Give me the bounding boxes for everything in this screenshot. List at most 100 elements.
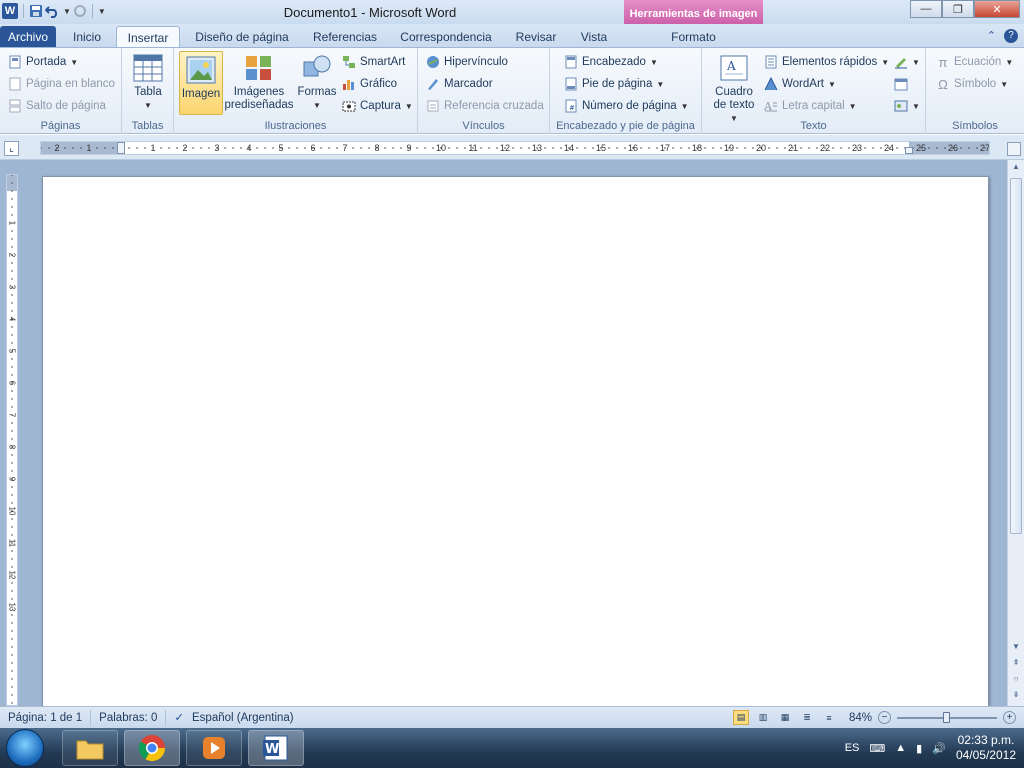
page-count[interactable]: Página: 1 de 1 [0,709,92,726]
taskbar-explorer[interactable] [62,730,118,766]
next-page-button[interactable]: ⇟ [1010,690,1022,702]
previous-page-button[interactable]: ⇞ [1010,658,1022,670]
encabezado-button[interactable]: Encabezado ▼ [564,52,658,72]
help-icon[interactable]: ? [1004,29,1018,43]
imagen-button[interactable]: Imagen [179,51,223,115]
scroll-thumb[interactable] [1010,178,1022,534]
ruler-label: 1 [150,143,156,153]
pagina-blanco-button[interactable]: Página en blanco [8,74,115,94]
numero-pagina-button[interactable]: # Número de página ▼ [564,96,689,116]
clock[interactable]: 02:33 p.m. 04/05/2012 [956,733,1016,763]
proofing-icon[interactable]: ✓ [174,710,184,726]
shapes-icon [301,52,333,84]
tab-diseno-pagina[interactable]: Diseño de página [190,26,294,48]
word-count[interactable]: Palabras: 0 [91,709,167,726]
maximize-button[interactable]: ❐ [942,0,974,18]
minimize-ribbon-icon[interactable]: ⌃ [987,29,996,43]
close-button[interactable]: ✕ [974,0,1020,18]
scroll-down-button[interactable]: ▼ [1010,642,1022,654]
ruler-label: 11 [468,143,478,153]
minimize-button[interactable]: — [910,0,942,18]
ruler-label: 23 [851,143,863,153]
zoom-slider[interactable] [897,711,997,723]
ruler-label: 25 [915,143,927,153]
web-layout-view-icon[interactable]: ▦ [777,710,793,725]
taskbar-word[interactable]: W [248,730,304,766]
tab-inicio[interactable]: Inicio [62,26,112,48]
pagina-blanco-label: Página en blanco [26,78,115,90]
formas-button[interactable]: Formas ▼ [294,52,340,112]
portada-button[interactable]: Portada ▼ [8,52,78,72]
vertical-scrollbar[interactable]: ▲ ▼ ⇞ ○ ⇟ [1007,160,1024,706]
keyboard-icon[interactable]: ⌨ [869,742,885,755]
screenshot-icon [342,99,356,113]
pie-pagina-button[interactable]: Pie de página ▼ [564,74,664,94]
vruler-label: 2 [7,252,17,258]
tab-archivo[interactable]: Archivo [0,26,56,48]
draft-view-icon[interactable]: ≡ [821,710,837,725]
tab-selector-button[interactable]: ⌞ [4,141,19,156]
ruler-label: 13 [531,143,543,153]
letra-capital-button[interactable]: A Letra capital ▼ [764,96,857,116]
referencia-cruzada-button[interactable]: Referencia cruzada [426,96,544,116]
right-indent-marker[interactable] [905,147,913,154]
tabla-button[interactable]: Tabla ▼ [130,52,166,112]
tab-revisar[interactable]: Revisar [510,26,562,48]
picture-icon [185,54,217,86]
vruler-label: 6 [7,380,17,386]
view-ruler-button[interactable] [1007,142,1021,156]
language-indicator[interactable]: ✓ Español (Argentina) [166,710,301,726]
elementos-rapidos-button[interactable]: Elementos rápidos ▼ [764,52,889,72]
captura-button[interactable]: Captura ▼ [342,96,413,116]
wordart-button[interactable]: WordArt ▼ [764,74,836,94]
date-time-button[interactable] [894,74,908,94]
ecuacion-button[interactable]: π Ecuación ▼ [936,52,1014,72]
grafico-button[interactable]: Gráfico [342,74,397,94]
captura-label: Captura [360,100,401,112]
vertical-ruler[interactable]: 1 2 3 4 5 6 7 8 9 10 11 12 13 [6,174,18,706]
zoom-out-button[interactable]: − [878,711,891,724]
simbolo-button[interactable]: Ω Símbolo ▼ [936,74,1008,94]
zoom-slider-thumb[interactable] [943,711,950,723]
cuadro-texto-button[interactable]: A Cuadro de texto ▼ [708,52,760,125]
vruler-label: 5 [7,348,17,354]
vruler-label: 12 [7,570,17,580]
ruler-label: 4 [246,143,252,153]
vruler-label: 11 [7,538,17,548]
document-page[interactable] [42,176,989,736]
ruler-label: 19 [723,143,735,153]
signature-line-button[interactable]: ▼ [894,52,920,72]
group-tablas: Tabla ▼ Tablas [122,48,174,134]
group-label-tablas: Tablas [131,120,164,132]
smartart-label: SmartArt [360,56,406,68]
zoom-in-button[interactable]: + [1003,711,1016,724]
language-bar[interactable]: ES [845,742,860,754]
zoom-level[interactable]: 84% [849,712,872,724]
scroll-up-button[interactable]: ▲ [1010,162,1022,174]
tab-correspondencia[interactable]: Correspondencia [394,26,498,48]
insert-object-button[interactable]: ▼ [894,96,920,116]
taskbar-media-player[interactable] [186,730,242,766]
hipervinculo-button[interactable]: Hipervínculo [426,52,508,72]
show-hidden-icons-icon[interactable]: ▲ [895,742,906,754]
taskbar-chrome[interactable] [124,730,180,766]
network-icon[interactable]: ▮ [916,742,922,755]
left-indent-marker[interactable] [117,142,125,154]
browse-object-button[interactable]: ○ [1010,674,1022,686]
tab-vista[interactable]: Vista [572,26,616,48]
tab-insertar[interactable]: Insertar [116,26,180,48]
page-break-icon [8,99,22,113]
smartart-button[interactable]: SmartArt [342,52,405,72]
marcador-button[interactable]: Marcador [426,74,493,94]
full-screen-reading-view-icon[interactable]: ▥ [755,710,771,725]
imagenes-prediseñadas-button[interactable]: Imágenes prediseñadas [224,52,294,112]
horizontal-ruler[interactable]: 2 1 1 2 3 4 5 6 7 8 9 10 11 12 13 14 15 16 17 18 19 20 21 22 23 2… [40,141,990,155]
group-ilustraciones: Imagen Imágenes prediseñadas Formas ▼ Sm… [174,48,418,134]
print-layout-view-icon[interactable]: ▤ [732,710,749,725]
volume-icon[interactable]: 🔊 [932,742,946,755]
outline-view-icon[interactable]: ≣ [799,710,815,725]
start-button[interactable] [6,729,44,767]
salto-pagina-button[interactable]: Salto de página [8,96,106,116]
tab-referencias[interactable]: Referencias [306,26,384,48]
tab-formato[interactable]: Formato [624,26,763,48]
